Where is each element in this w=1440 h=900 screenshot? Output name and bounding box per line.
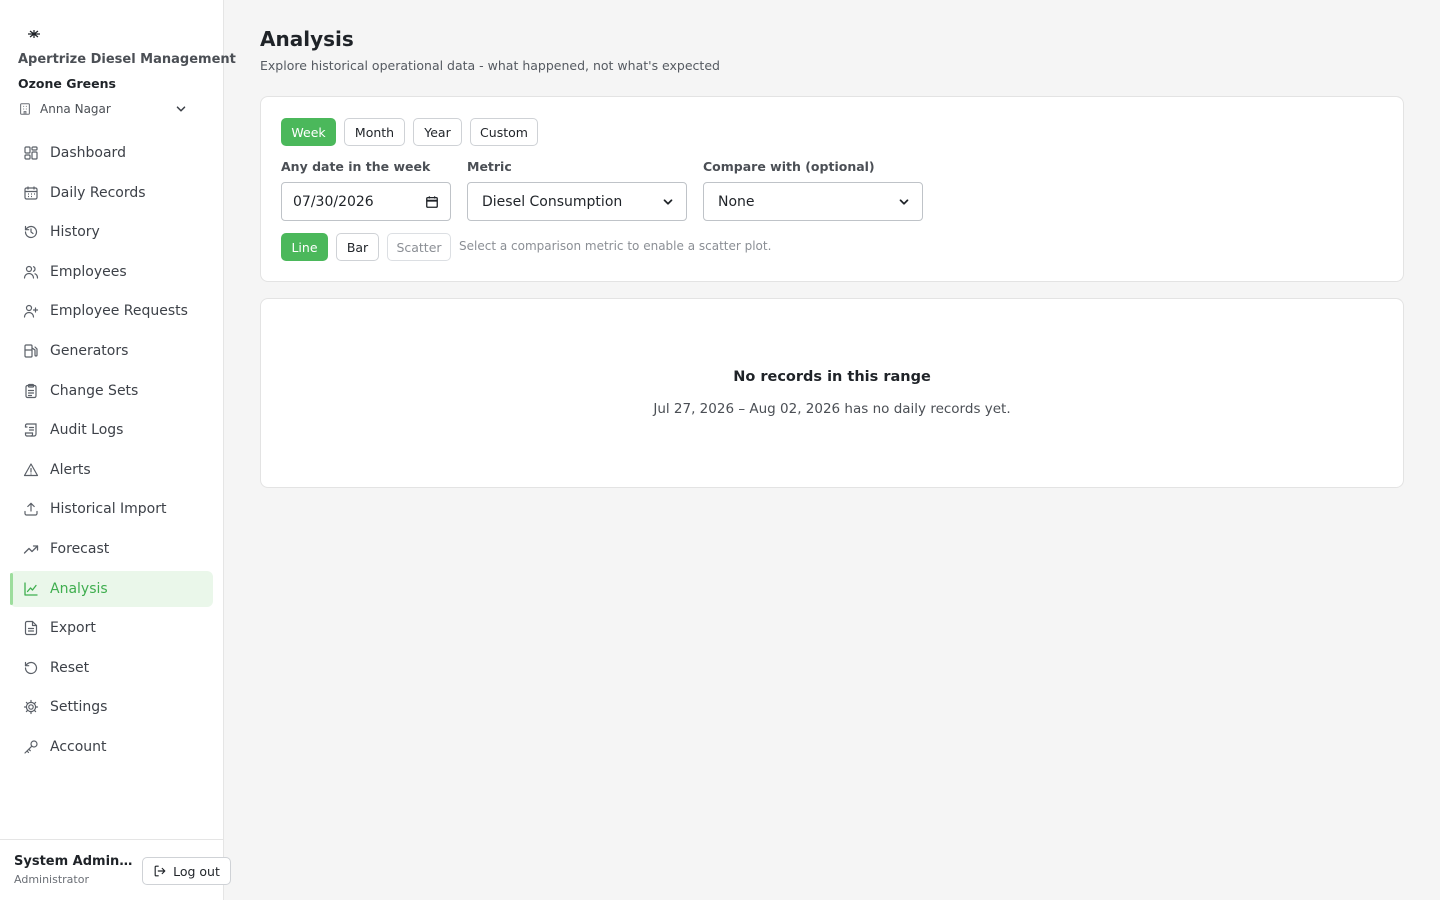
sidebar-item-export[interactable]: Export [10,610,213,646]
users-icon [23,265,39,279]
period-month-button[interactable]: Month [344,118,405,146]
analysis-result-card: No records in this range Jul 27, 2026 – … [260,298,1404,488]
sidebar-nav: Dashboard Daily Records History Employee… [10,135,213,769]
sidebar-item-generators[interactable]: Generators [10,333,213,369]
period-custom-button[interactable]: Custom [470,118,538,146]
sidebar-item-label: Change Sets [50,382,139,399]
sidebar-footer: System Administrator Administrator Log o… [0,839,231,900]
sidebar-item-alerts[interactable]: Alerts [10,452,213,488]
sidebar-item-label: Audit Logs [50,422,124,439]
app-name: Apertrize Diesel Management [18,52,236,67]
metric-select[interactable]: Diesel Consumption [467,182,687,221]
scatter-hint: Select a comparison metric to enable a s… [459,239,772,253]
logout-label: Log out [173,863,220,879]
history-icon [24,226,38,239]
user-role: Administrator [14,873,89,886]
date-input[interactable]: 07/30/2026 [281,182,451,221]
sidebar-item-settings[interactable]: Settings [10,689,213,725]
rotate-ccw-icon [24,661,38,674]
logout-button[interactable]: Log out [142,857,231,885]
compare-select-value: None [718,193,755,210]
trending-up-icon [23,545,39,554]
site-name: Anna Nagar [40,102,111,116]
sidebar-item-label: Dashboard [50,145,126,161]
sidebar-item-dashboard[interactable]: Dashboard [10,135,213,171]
site-selector[interactable]: Anna Nagar [18,99,188,119]
chart-type-line-button[interactable]: Line [281,233,328,261]
sidebar-item-audit-logs[interactable]: Audit Logs [10,412,213,448]
sidebar-item-account[interactable]: Account [10,729,213,765]
chart-type-bar-button[interactable]: Bar [336,233,379,261]
compare-field-label: Compare with (optional) [703,159,875,174]
sidebar-item-label: Settings [50,699,108,716]
sidebar-item-forecast[interactable]: Forecast [10,531,213,567]
sidebar-item-change-sets[interactable]: Change Sets [10,373,213,409]
metric-select-value: Diesel Consumption [482,193,623,210]
scroll-icon [24,423,37,437]
sidebar-item-analysis[interactable]: Analysis [10,570,213,607]
sidebar-item-label: Alerts [50,461,91,478]
sidebar-item-label: Employees [50,263,127,280]
sidebar-item-label: Forecast [50,540,110,557]
date-input-value: 07/30/2026 [293,193,374,210]
sidebar-item-history[interactable]: History [10,214,213,250]
logout-icon [154,865,166,877]
sidebar-item-label: Daily Records [50,184,146,201]
clipboard-icon [25,383,37,398]
user-name: System Administrator [14,854,136,869]
org-name: Ozone Greens [18,76,116,91]
fuel-pump-icon [24,344,38,358]
sidebar-item-daily-records[interactable]: Daily Records [10,175,213,211]
sidebar-item-label: Analysis [50,580,108,597]
sidebar-item-label: Generators [50,342,129,359]
brand-logo-icon [28,30,40,38]
chevron-down-icon [663,198,673,205]
dashboard-icon [24,146,38,160]
file-text-icon [24,621,38,636]
page-title: Analysis [260,27,354,51]
chevron-down-icon [899,198,909,205]
line-chart-icon [24,581,38,596]
sidebar-item-label: Export [50,620,96,637]
sidebar-item-employee-requests[interactable]: Employee Requests [10,293,213,329]
sidebar-item-label: Reset [50,659,90,676]
gear-icon [23,700,39,715]
calendar-picker-icon [426,195,438,208]
analysis-controls-card: Week Month Year Custom Any date in the w… [260,96,1404,282]
calendar-icon [24,186,38,200]
empty-state-description: Jul 27, 2026 – Aug 02, 2026 has no daily… [653,401,1011,417]
sidebar-item-historical-import[interactable]: Historical Import [10,491,213,527]
sidebar-item-label: Employee Requests [50,303,188,320]
date-field-label: Any date in the week [281,159,431,174]
chevron-down-icon [176,106,186,112]
sidebar: Apertrize Diesel Management Ozone Greens… [0,0,236,900]
page-subtitle: Explore historical operational data - wh… [260,58,720,73]
sidebar-item-reset[interactable]: Reset [10,650,213,686]
period-week-button[interactable]: Week [281,118,336,146]
sidebar-item-label: History [50,224,100,241]
chart-type-scatter-button[interactable]: Scatter [387,233,451,261]
sidebar-item-label: Account [50,738,107,755]
key-icon [24,740,38,754]
user-plus-icon [23,305,39,318]
sidebar-item-label: Historical Import [50,501,167,518]
empty-state-title: No records in this range [733,369,931,385]
sidebar-item-employees[interactable]: Employees [10,254,213,290]
compare-select[interactable]: None [703,182,923,221]
building-icon [20,103,30,115]
upload-icon [24,503,38,516]
period-year-button[interactable]: Year [413,118,462,146]
alert-triangle-icon [23,463,39,476]
metric-field-label: Metric [467,159,512,174]
